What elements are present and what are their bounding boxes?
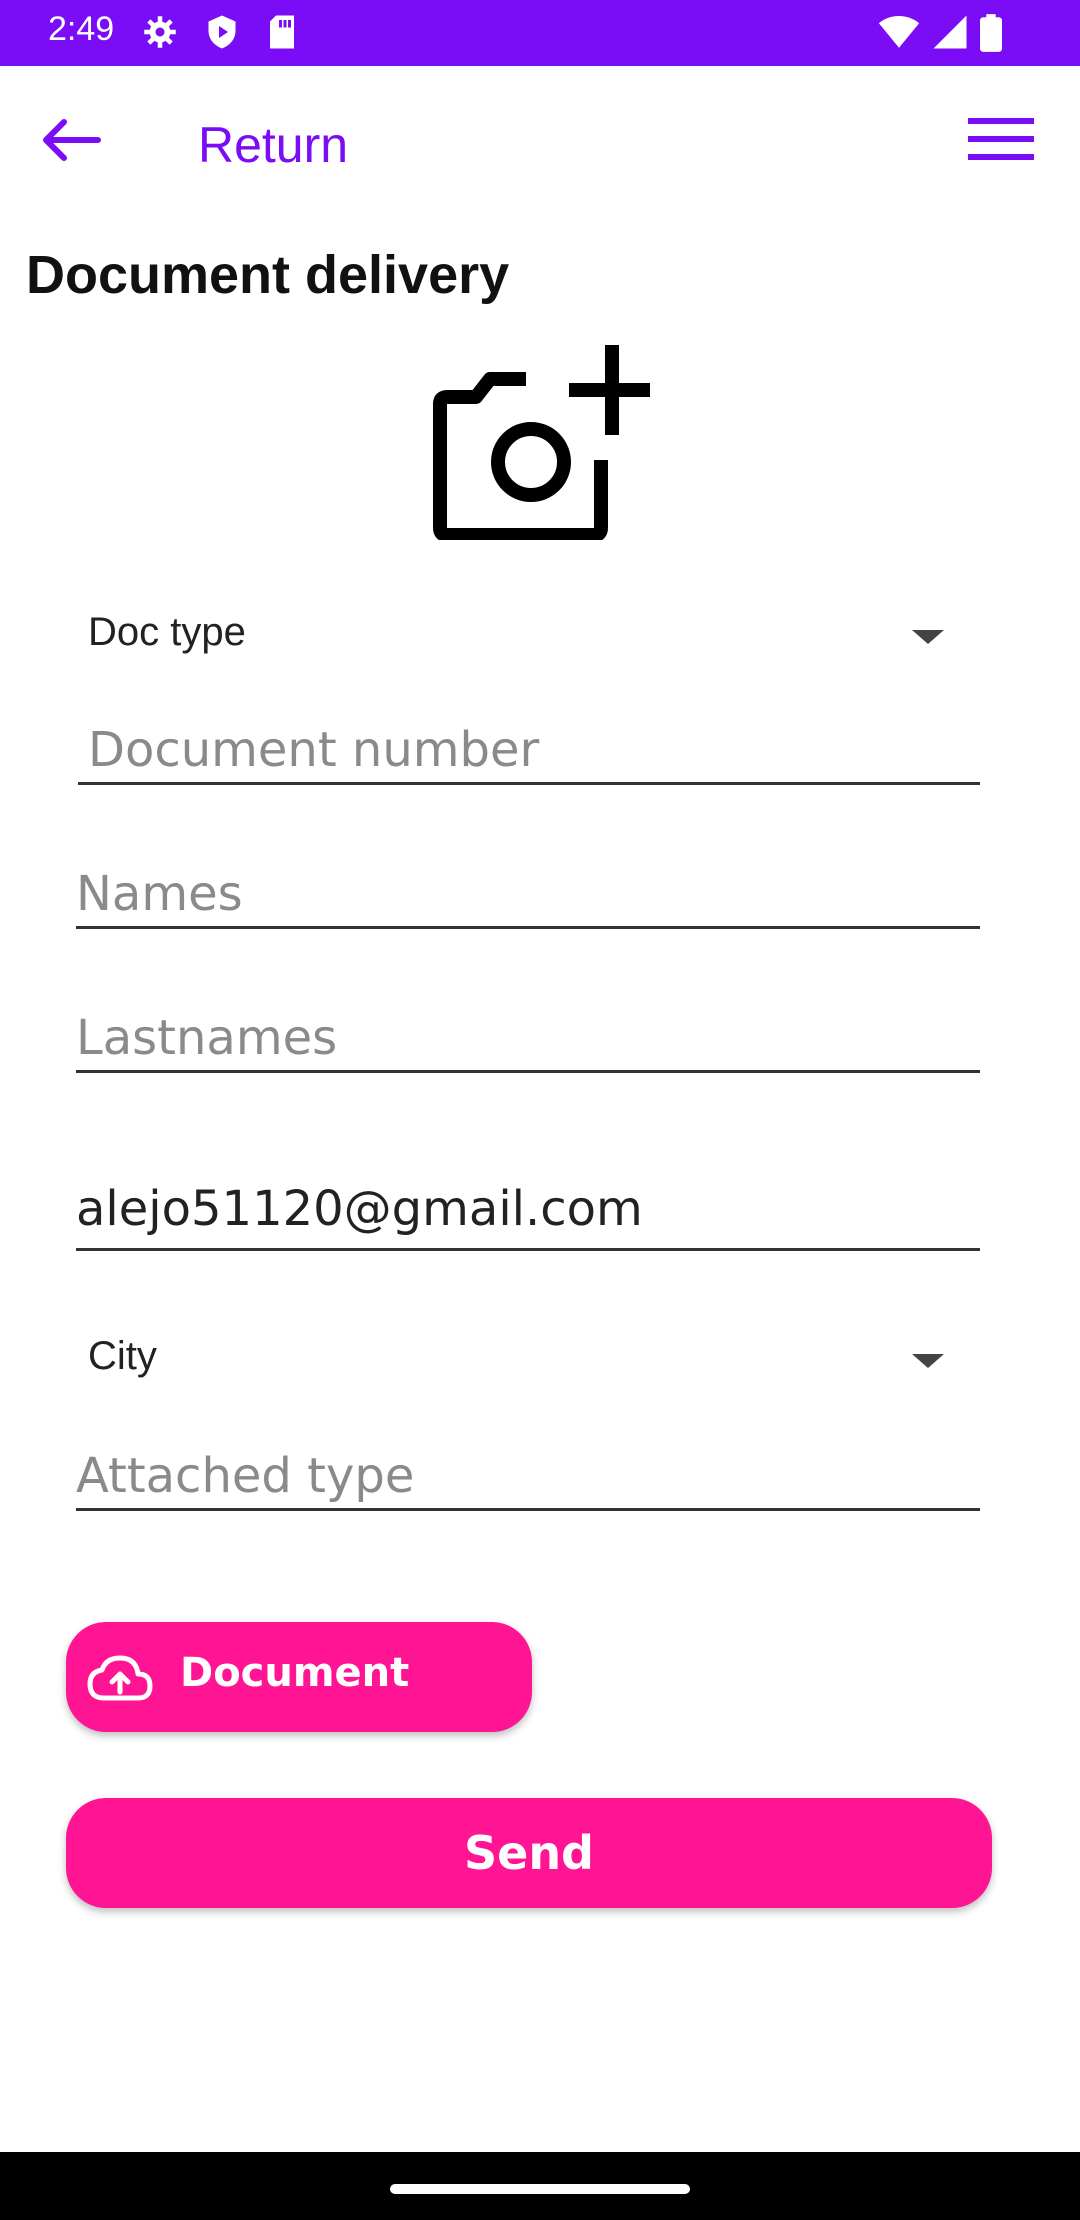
attached-type-field <box>76 1444 980 1511</box>
battery-icon <box>980 14 1002 52</box>
app-bar: Return <box>0 66 1080 226</box>
upload-document-button[interactable]: Document <box>66 1622 532 1732</box>
home-gesture-handle[interactable] <box>390 2184 690 2194</box>
wifi-icon <box>878 16 920 48</box>
dropdown-arrow-icon <box>912 1354 944 1368</box>
dropdown-arrow-icon <box>912 630 944 644</box>
document-number-input[interactable] <box>78 718 990 782</box>
lastnames-input[interactable] <box>76 1006 980 1070</box>
gear-icon <box>144 16 176 48</box>
city-dropdown[interactable]: City <box>76 1318 976 1398</box>
shield-play-icon <box>208 15 236 49</box>
hamburger-menu-icon <box>968 118 1034 160</box>
page-title: Document delivery <box>26 245 510 305</box>
menu-button[interactable] <box>966 116 1038 172</box>
document-number-field <box>78 718 990 785</box>
back-button[interactable] <box>34 112 124 168</box>
email-input[interactable] <box>76 1170 980 1248</box>
doc-type-selected: Doc type <box>88 610 246 654</box>
add-photo-icon <box>433 345 650 542</box>
names-input[interactable] <box>76 862 980 926</box>
status-time: 2:49 <box>48 10 115 48</box>
signal-icon <box>933 15 967 49</box>
upload-document-label: Document <box>180 1650 410 1696</box>
app-title: Return <box>198 117 349 173</box>
system-navigation-bar <box>0 2152 1080 2220</box>
names-field <box>76 862 980 929</box>
send-button[interactable]: Send <box>66 1798 992 1908</box>
add-photo-button[interactable] <box>432 340 652 542</box>
cloud-upload-icon <box>87 1655 153 1701</box>
city-selected: City <box>88 1334 157 1378</box>
status-bar: 2:49 <box>0 0 1080 66</box>
sd-card-icon <box>270 15 294 49</box>
attached-type-input[interactable] <box>76 1444 980 1508</box>
lastnames-field <box>76 1006 980 1073</box>
doc-type-dropdown[interactable]: Doc type <box>76 594 976 674</box>
arrow-left-icon <box>43 119 101 161</box>
email-field <box>76 1170 980 1251</box>
